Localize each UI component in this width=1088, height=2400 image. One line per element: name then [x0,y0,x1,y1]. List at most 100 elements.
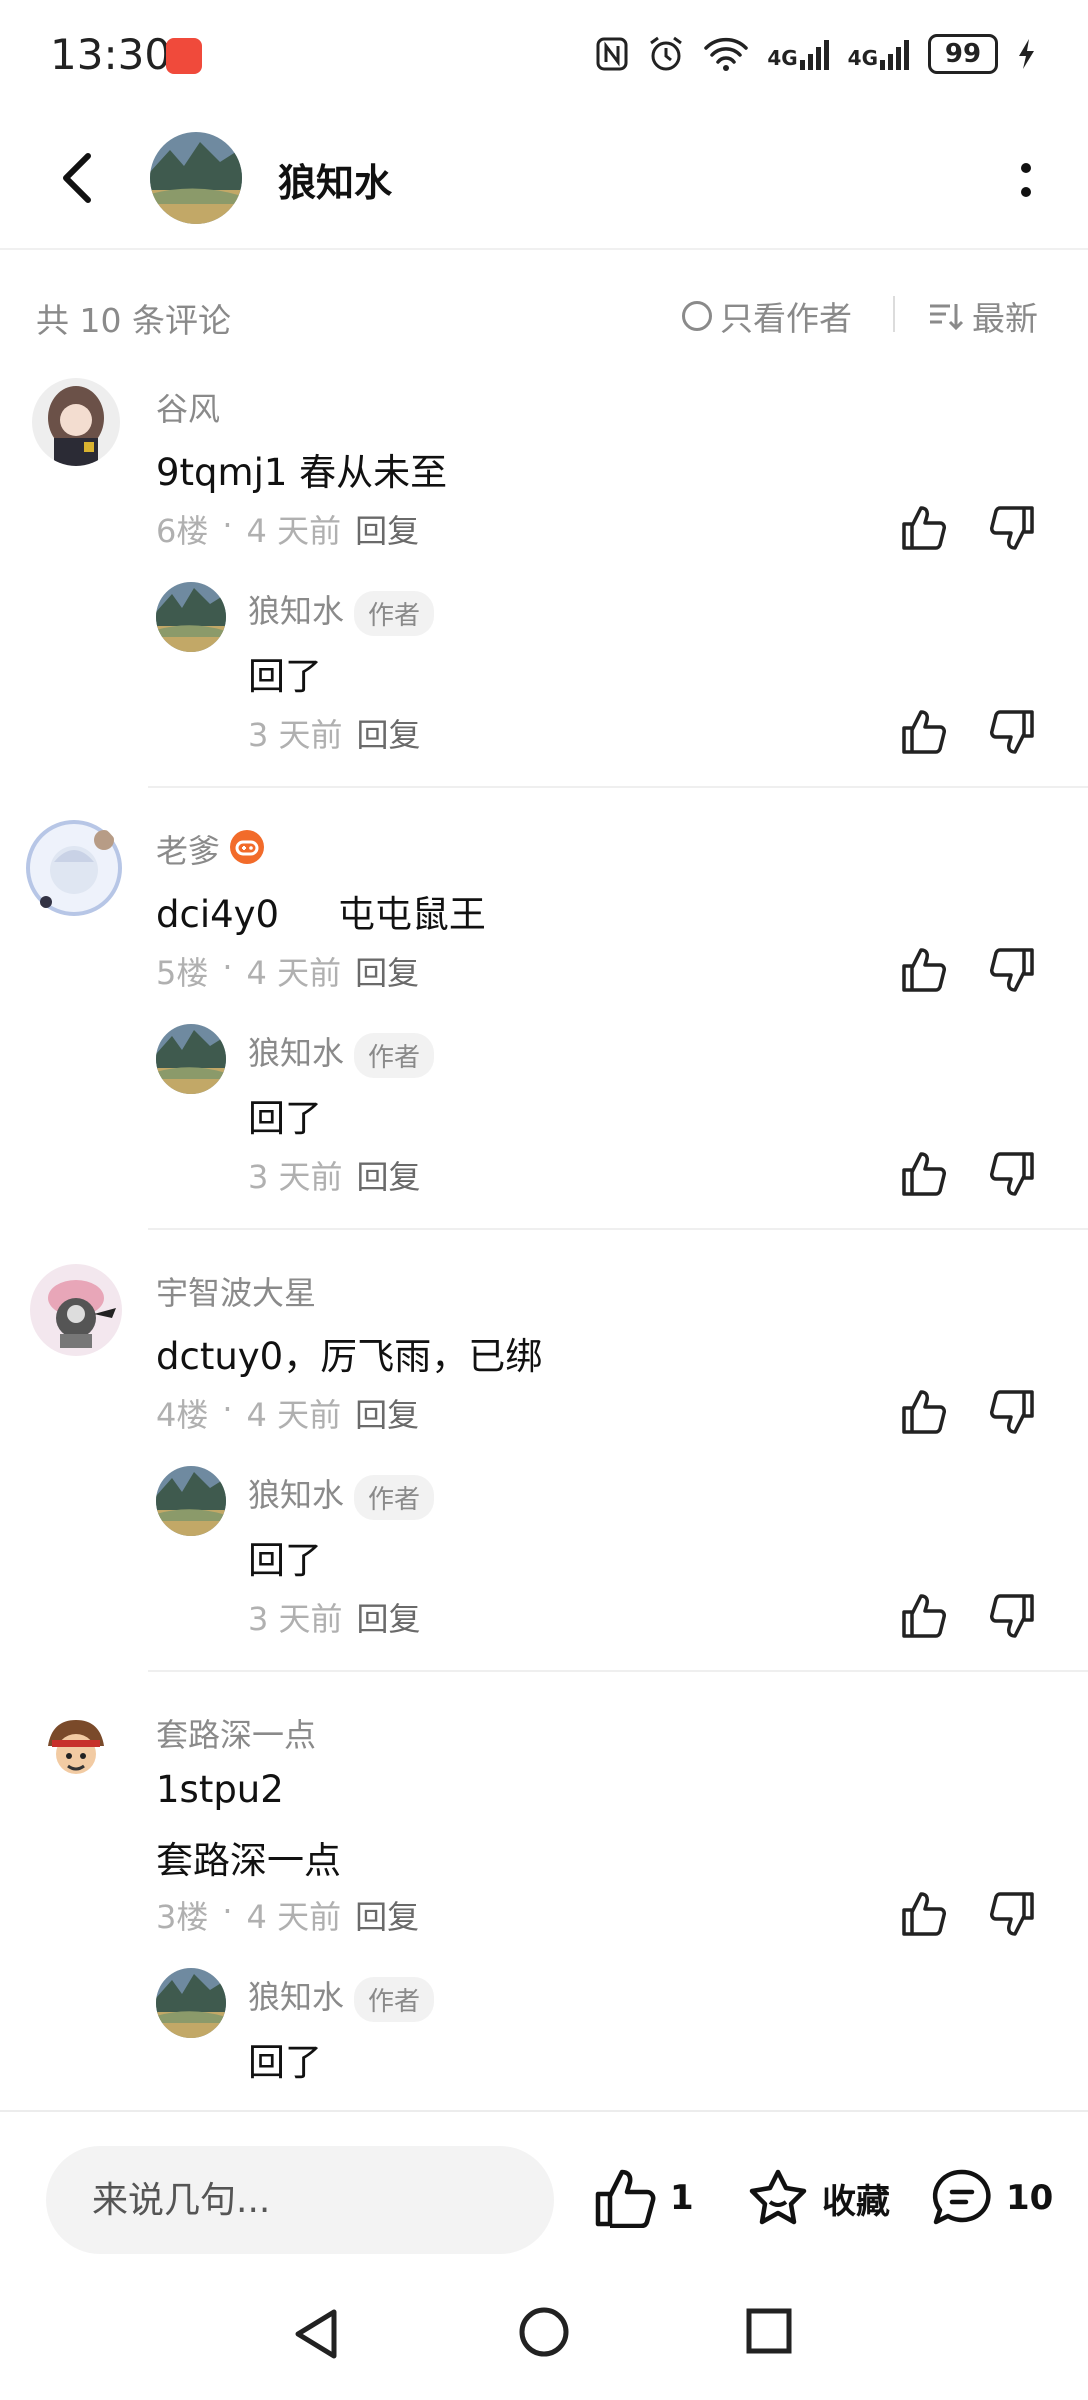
favorite-button[interactable]: 收藏 [746,2168,890,2228]
radio-icon [682,301,712,331]
sort-toggle[interactable]: 最新 [928,292,1038,340]
reply-author-avatar[interactable] [156,1968,226,2038]
reply-author-avatar[interactable] [156,582,226,652]
reply-time: 3 天前 [248,716,343,754]
reply-text: 回了 [248,2041,322,2084]
reply-button[interactable]: 回复 [355,948,419,994]
page-header: 狼知水 [0,112,1088,250]
status-bar: 13:30 4G 4G 99 [0,0,1088,112]
user-avatar[interactable] [24,818,124,918]
comment-text: 9tqmj1 春从未至 [156,451,448,494]
comment-username[interactable]: 老爹 [156,826,220,872]
sort-label: 最新 [972,299,1038,338]
thumbs-down-icon[interactable] [988,946,1036,994]
reply-author-avatar[interactable] [156,1466,226,1536]
reply-text: 回了 [248,1097,322,1140]
reply-text: 回了 [248,655,322,698]
comments-count: 10 [1006,2178,1054,2218]
thumbs-down-icon[interactable] [988,1890,1036,1938]
user-avatar[interactable] [30,1264,122,1356]
comment-text: 1stpu2 [156,1768,284,1811]
reply-username[interactable]: 狼知水 [248,1034,344,1072]
thumbs-down-icon[interactable] [988,1592,1036,1640]
reply-button[interactable]: 回复 [355,506,419,552]
star-icon [749,2169,807,2225]
more-options-icon[interactable] [1006,152,1046,208]
reply-button[interactable]: 回复 [355,1390,419,1436]
separator-dot: · [222,1390,233,1428]
reply-username[interactable]: 狼知水 [248,592,344,630]
thumbs-down-icon[interactable] [988,708,1036,756]
thumbs-down-icon[interactable] [988,504,1036,552]
reply-author-avatar[interactable] [156,1024,226,1094]
comment-username[interactable]: 谷风 [156,384,220,430]
comment-time: 4 天前 [246,954,342,992]
comment-divider [148,1670,1088,1672]
network-type-label: 4G [847,46,878,70]
thumbs-up-icon[interactable] [900,708,948,756]
separator-dot: · [222,506,233,544]
game-badge-icon [230,830,264,864]
reply-button[interactable]: 回复 [357,1152,421,1198]
system-navigation-bar [0,2280,1088,2400]
comment-username[interactable]: 宇智波大星 [156,1268,316,1314]
thumbs-up-icon[interactable] [900,1150,948,1198]
comment-input[interactable] [46,2146,554,2254]
thumbs-up-icon[interactable] [900,946,948,994]
network-type-label: 4G [767,46,798,70]
comment-filter-bar: 共 10 条评论 只看作者 最新 [0,248,1088,372]
charging-icon [1019,39,1034,69]
author-only-label: 只看作者 [720,299,852,338]
comment-item: 老爹 dci4y0 屯屯鼠王 5楼 · 4 天前 回复 狼知水 作者 回了 3 天前 回复 [0,820,1088,1262]
call-icon [166,38,202,74]
comment-floor: 6楼 [156,512,209,550]
reply-time: 3 天前 [248,1158,343,1196]
author-tag: 作者 [354,1474,435,1520]
comment-time: 4 天前 [246,512,342,550]
comment-item: 宇智波大星 dctuy0，厉飞雨，已绑 4楼 · 4 天前 回复 狼知水 作者 回了 3 天前 回复 [0,1264,1088,1704]
thumbs-down-icon[interactable] [988,1388,1036,1436]
thumbs-up-icon[interactable] [900,1388,948,1436]
thumbs-up-icon [595,2169,656,2228]
separator-dot: · [222,1892,233,1930]
signal-icon: 4G [848,38,910,70]
user-avatar[interactable] [38,1712,114,1788]
thumbs-up-icon[interactable] [900,504,948,552]
battery-indicator: 99 [928,34,998,74]
separator-dot: · [222,948,233,986]
reply-button[interactable]: 回复 [357,710,421,756]
reply-button[interactable]: 回复 [355,1892,419,1938]
author-tag: 作者 [354,1032,435,1078]
back-icon[interactable] [50,148,110,208]
nav-back-icon[interactable] [290,2304,344,2364]
comment-divider [148,786,1088,788]
comment-text: dci4y0 屯屯鼠王 [156,893,486,936]
thumbs-up-icon[interactable] [900,1592,948,1640]
like-button[interactable]: 1 [594,2168,694,2228]
comment-divider [148,1228,1088,1230]
reply-button[interactable]: 回复 [357,1594,421,1640]
author-only-toggle[interactable]: 只看作者 [682,292,852,340]
comments-button[interactable]: 10 [930,2168,1053,2228]
comment-text: dctuy0，厉飞雨，已绑 [156,1335,543,1378]
author-avatar[interactable] [150,132,242,224]
thumbs-up-icon[interactable] [900,1890,948,1938]
comment-text: 套路深一点 [156,1839,341,1882]
thumbs-down-icon[interactable] [988,1150,1036,1198]
comment-item: 套路深一点 1stpu2 套路深一点 3楼 · 4 天前 回复 狼知水 作者 回了 [0,1706,1088,2146]
sort-icon [930,304,964,331]
comment-count: 共 10 条评论 [36,301,231,340]
nav-home-icon[interactable] [516,2304,572,2360]
comment-item: 谷风 9tqmj1 春从未至 6楼 · 4 天前 回复 狼知水 作者 回了 3 天前 回复 [0,378,1088,820]
like-count: 1 [670,2178,694,2218]
comment-bubble-icon [932,2169,991,2225]
comment-username[interactable]: 套路深一点 [156,1710,316,1756]
nfc-icon [596,37,628,71]
comment-floor: 3楼 [156,1898,209,1936]
author-tag: 作者 [354,1976,435,2022]
reply-username[interactable]: 狼知水 [248,1978,344,2016]
reply-username[interactable]: 狼知水 [248,1476,344,1514]
user-avatar[interactable] [32,378,120,466]
nav-recents-icon[interactable] [744,2306,794,2356]
page-title: 狼知水 [278,161,393,205]
